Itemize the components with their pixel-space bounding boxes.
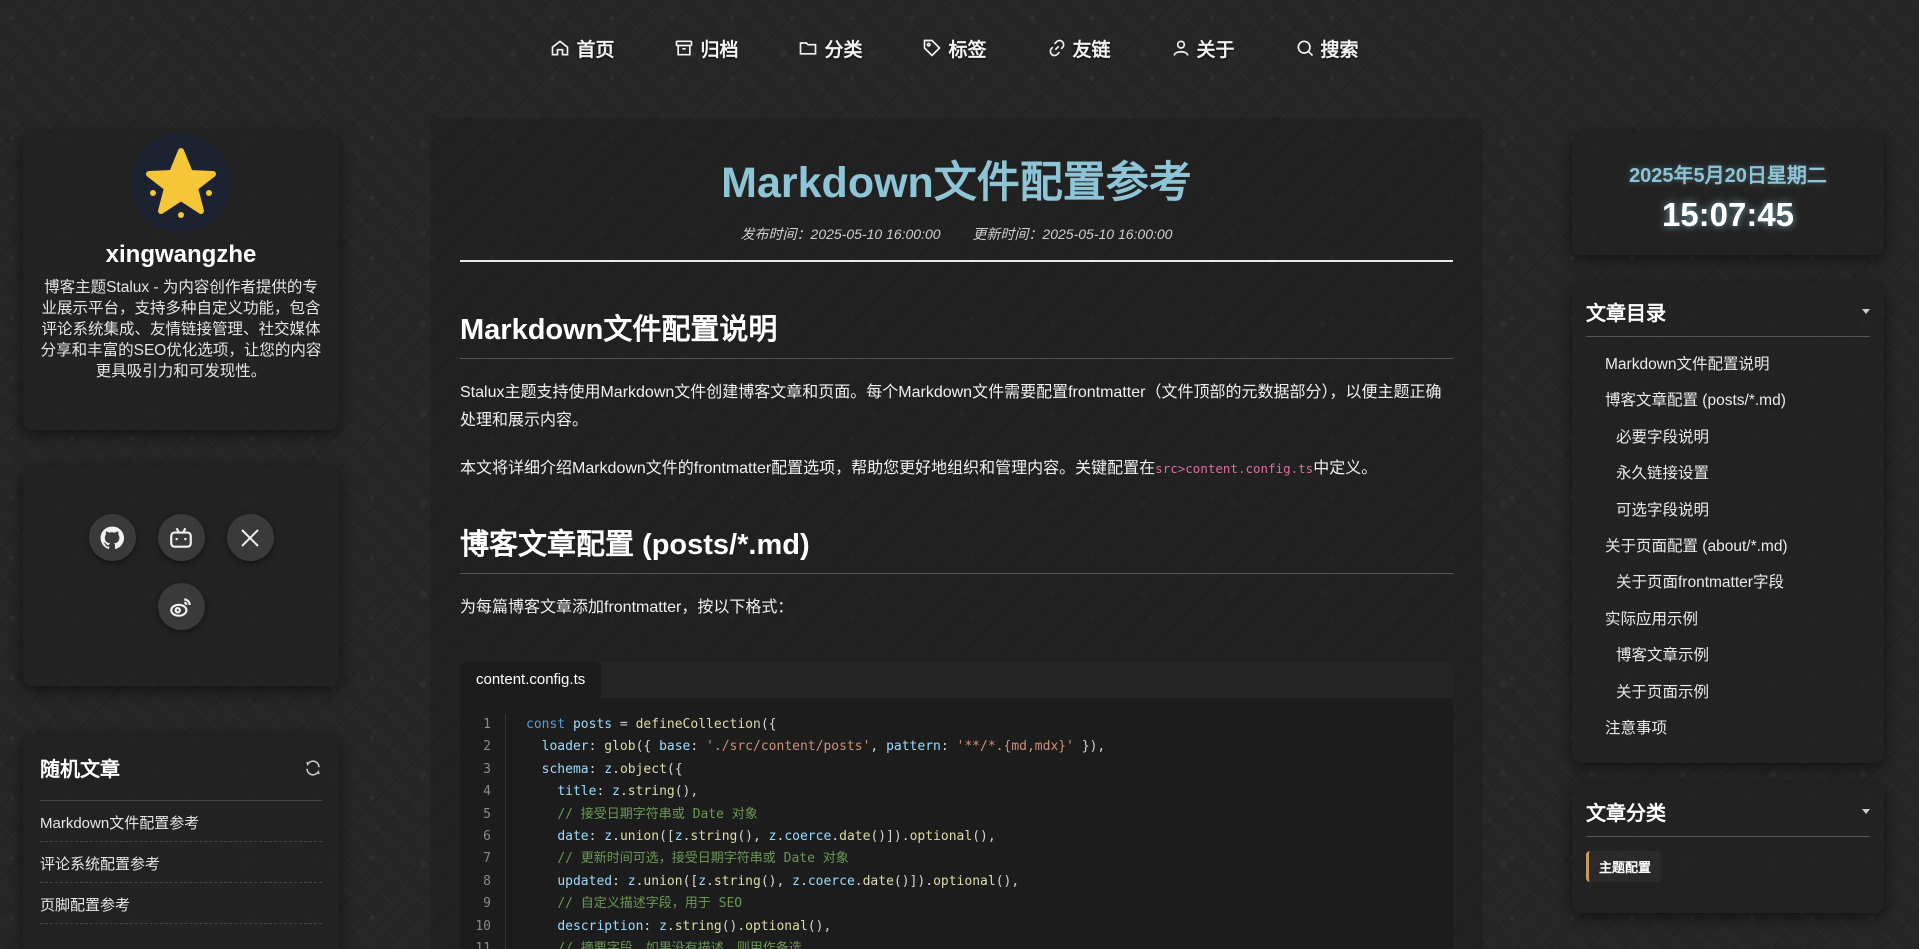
archive-icon <box>676 40 693 56</box>
nav-label: 归档 <box>700 39 739 61</box>
nav-label: 分类 <box>824 39 863 61</box>
toc-card: 文章目录 Markdown文件配置说明 博客文章配置 (posts/*.md) … <box>1572 283 1884 763</box>
nav-label: 关于 <box>1196 39 1235 61</box>
code-lines: const posts = defineCollection({ loader:… <box>526 717 1106 949</box>
github-icon <box>100 526 125 549</box>
weibo-icon <box>170 597 191 617</box>
toc-title: 文章目录 <box>1586 303 1666 325</box>
nav-item-tags[interactable]: 标签 <box>892 35 1016 62</box>
profile-description: 博客主题Stalux - 为内容创作者提供的专业展示平台，支持多种自定义功能，包… <box>40 279 322 380</box>
updated-time: 更新时间：2025-05-10 16:00:00 <box>972 226 1173 242</box>
github-button[interactable] <box>88 514 136 561</box>
chevron-down-icon[interactable] <box>1862 309 1870 314</box>
nav-item-archive[interactable]: 归档 <box>644 35 768 62</box>
inline-code: src>content.config.ts <box>1155 461 1314 476</box>
code-body: 123456789101112 const posts = defineColl… <box>460 698 1453 949</box>
toc-item[interactable]: 博客文章示例 <box>1586 638 1870 674</box>
toc-item[interactable]: 博客文章配置 (posts/*.md) <box>1586 383 1870 419</box>
post-content: Markdown文件配置参考 发布时间：2025-05-10 16:00:00 … <box>430 118 1483 949</box>
profile-name: xingwangzhe <box>105 241 257 268</box>
line-numbers: 123456789101112 <box>460 714 506 949</box>
user-icon <box>1173 40 1189 56</box>
toc-item[interactable]: 关于页面frontmatter字段 <box>1586 565 1870 601</box>
nav-label: 搜索 <box>1320 39 1359 61</box>
tag-icon <box>924 39 942 57</box>
paragraph: 本文将详细介绍Markdown文件的frontmatter配置选项，帮助您更好地… <box>460 455 1453 483</box>
clock-card: 2025年5月20日星期二 15:07:45 <box>1572 133 1884 255</box>
search-icon <box>1297 40 1313 57</box>
social-card <box>23 466 339 686</box>
paragraph-text: 本文将详细介绍Markdown文件的frontmatter配置选项，帮助您更好地… <box>460 460 1156 477</box>
x-icon <box>241 528 259 547</box>
categories-header[interactable]: 文章分类 <box>1586 797 1870 837</box>
section-heading: 博客文章配置 (posts/*.md) <box>460 521 1453 574</box>
nav-item-links[interactable]: 友链 <box>1017 35 1141 62</box>
nav-item-about[interactable]: 关于 <box>1141 35 1265 62</box>
random-post-link[interactable]: 评论系统配置参考 <box>40 842 322 883</box>
random-posts-list: Markdown文件配置参考 评论系统配置参考 页脚配置参考 <box>40 800 322 924</box>
toc-item[interactable]: 注意事项 <box>1586 711 1870 747</box>
categories-card: 文章分类 主题配置 <box>1572 783 1884 913</box>
toc-item[interactable]: 可选字段说明 <box>1586 493 1870 529</box>
clock-date: 2025年5月20日星期二 <box>1629 165 1827 187</box>
nav-label: 标签 <box>948 39 987 61</box>
paragraph: 为每篇博客文章添加frontmatter，按以下格式： <box>460 599 794 616</box>
random-post-link[interactable]: Markdown文件配置参考 <box>40 801 322 842</box>
post-title: Markdown文件配置参考 <box>721 159 1192 207</box>
code-tab[interactable]: content.config.ts <box>460 662 602 698</box>
bilibili-icon <box>170 527 192 548</box>
random-posts-card: 随机文章 Markdown文件配置参考 评论系统配置参考 页脚配置参考 <box>23 735 339 949</box>
toc-item[interactable]: 关于页面配置 (about/*.md) <box>1586 529 1870 565</box>
toc-header[interactable]: 文章目录 <box>1586 297 1870 337</box>
x-button[interactable] <box>226 514 274 561</box>
chevron-down-icon[interactable] <box>1862 809 1870 814</box>
nav-item-home[interactable]: 首页 <box>520 35 644 62</box>
folder-icon <box>800 42 817 55</box>
category-tag[interactable]: 主题配置 <box>1586 851 1662 882</box>
refresh-icon[interactable] <box>304 759 322 777</box>
avatar[interactable] <box>131 133 231 233</box>
code-block: content.config.ts 123456789101112 const … <box>460 662 1453 949</box>
nav-label: 友链 <box>1072 39 1111 61</box>
title-divider <box>460 260 1453 262</box>
random-post-link[interactable]: 页脚配置参考 <box>40 883 322 924</box>
random-posts-title: 随机文章 <box>40 759 120 781</box>
toc-item[interactable]: 永久链接设置 <box>1586 456 1870 492</box>
toc-item[interactable]: 实际应用示例 <box>1586 602 1870 638</box>
clock-time: 15:07:45 <box>1661 196 1795 233</box>
post-meta: 发布时间：2025-05-10 16:00:00 更新时间：2025-05-10… <box>460 224 1453 244</box>
profile-card: xingwangzhe 博客主题Stalux - 为内容创作者提供的专业展示平台… <box>23 133 339 430</box>
paragraph: Stalux主题支持使用Markdown文件创建博客文章和页面。每个Markdo… <box>460 384 1442 429</box>
toc-list: Markdown文件配置说明 博客文章配置 (posts/*.md) 必要字段说… <box>1586 347 1870 747</box>
nav-item-category[interactable]: 分类 <box>768 35 892 62</box>
weibo-button[interactable] <box>157 583 205 630</box>
star-avatar-icon <box>146 148 216 218</box>
section-heading: Markdown文件配置说明 <box>460 306 1453 359</box>
nav-item-search[interactable]: 搜索 <box>1265 35 1389 62</box>
published-time: 发布时间：2025-05-10 16:00:00 <box>740 226 941 242</box>
toc-item[interactable]: 必要字段说明 <box>1586 420 1870 456</box>
paragraph-text: 中定义。 <box>1313 460 1378 477</box>
toc-item[interactable]: Markdown文件配置说明 <box>1586 347 1870 383</box>
home-icon <box>552 40 569 56</box>
code-tab-bar: content.config.ts <box>460 662 1453 698</box>
link-icon <box>1049 39 1064 57</box>
categories-title: 文章分类 <box>1586 803 1666 825</box>
toc-item[interactable]: 关于页面示例 <box>1586 675 1870 711</box>
nav-label: 首页 <box>576 39 615 61</box>
top-nav: 首页 归档 分类 标签 友链 关于 搜索 <box>0 0 1919 96</box>
nav-list: 首页 归档 分类 标签 友链 关于 搜索 <box>520 35 1388 62</box>
bilibili-button[interactable] <box>157 514 205 561</box>
